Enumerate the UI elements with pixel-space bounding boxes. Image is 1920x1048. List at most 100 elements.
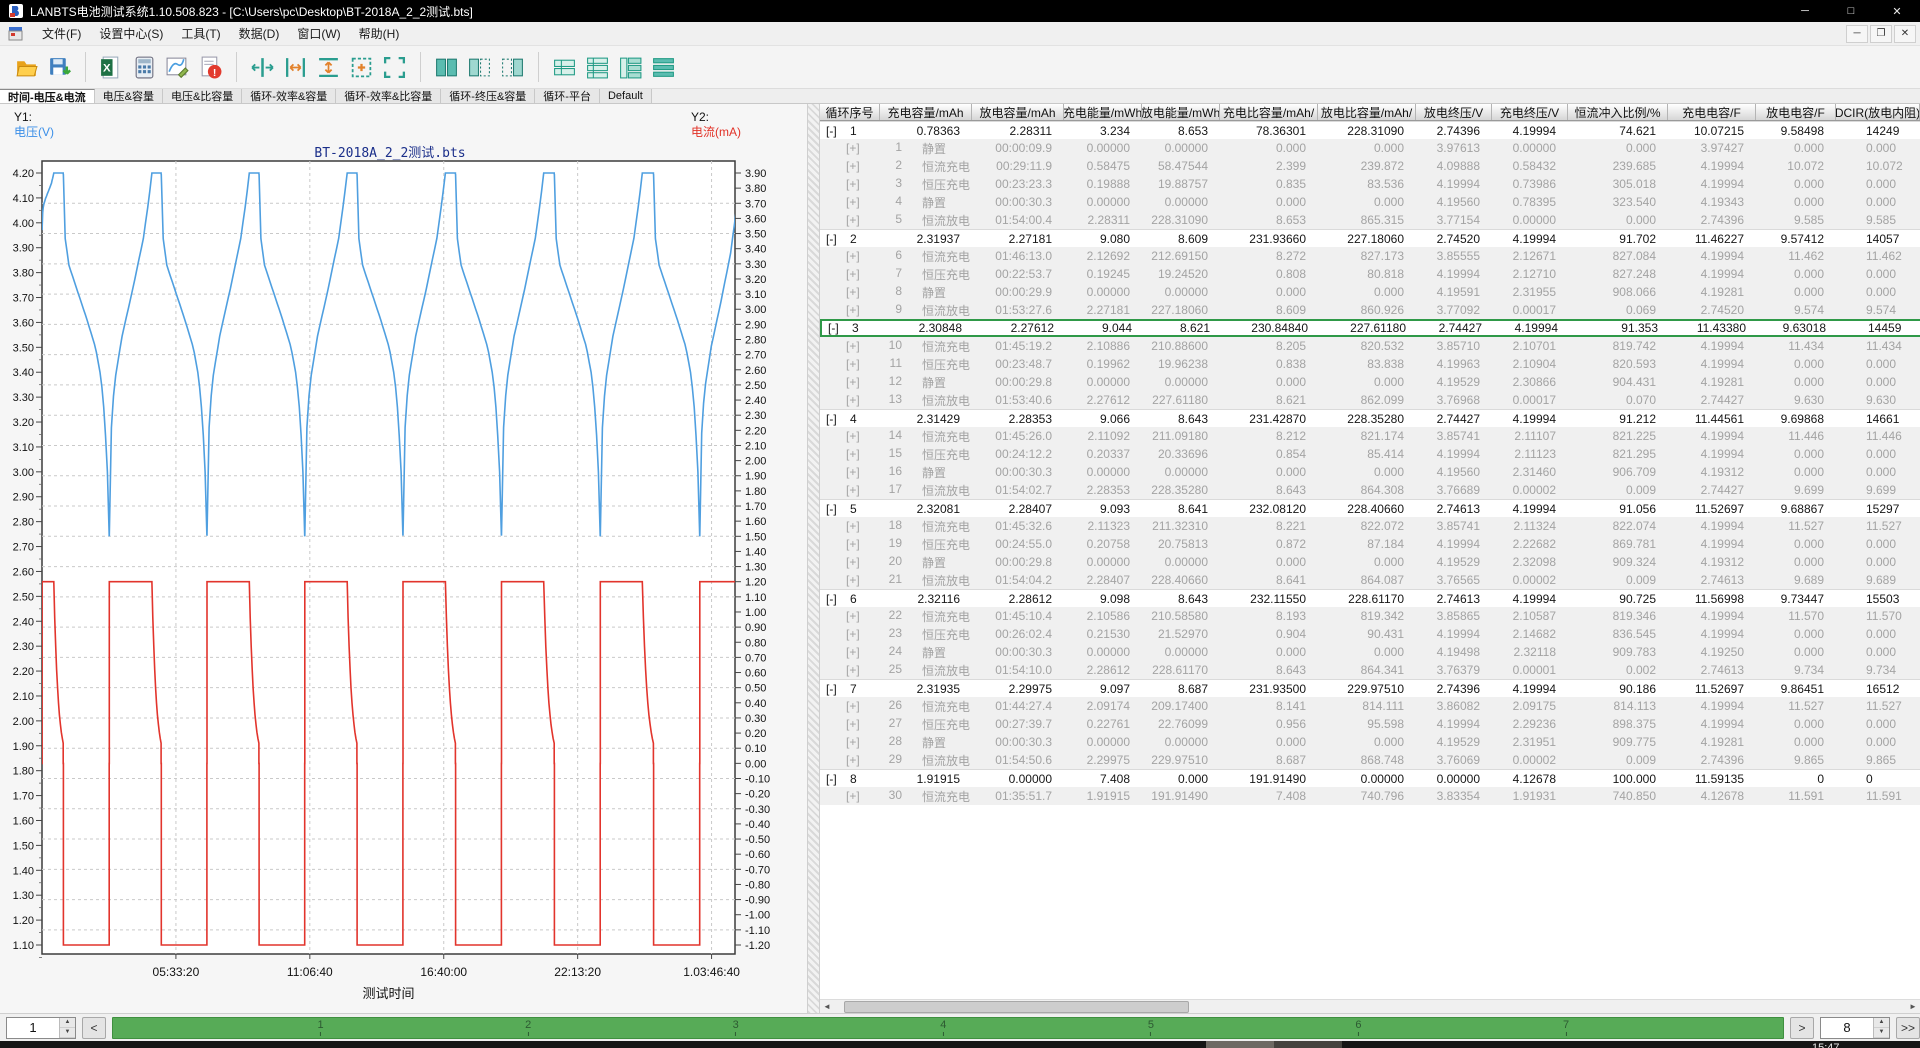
menu-item-3[interactable]: 数据(D) xyxy=(230,22,289,45)
cycle-row-6[interactable]: [-]62.321162.286129.0988.643232.11550228… xyxy=(820,589,1920,607)
cycle-row-5[interactable]: [-]52.320812.284079.0938.641232.08120228… xyxy=(820,499,1920,517)
maximize-button[interactable]: □ xyxy=(1828,0,1874,22)
step-row-3[interactable]: [+]3恒压充电00:23:23.30.1988819.887570.83583… xyxy=(820,175,1920,193)
step-row-28[interactable]: [+]28静置00:00:30.30.000000.000000.0000.00… xyxy=(820,733,1920,751)
mdi-close-button[interactable]: ✕ xyxy=(1894,25,1916,43)
column-header-8[interactable]: 充电终压/V xyxy=(1492,104,1568,120)
menu-item-5[interactable]: 帮助(H) xyxy=(350,22,409,45)
next-cycle-button[interactable]: > xyxy=(1790,1017,1814,1039)
step-row-4[interactable]: [+]4静置00:00:30.30.000000.000000.0000.000… xyxy=(820,193,1920,211)
column-header-1[interactable]: 充电容量/mAh xyxy=(880,104,972,120)
menu-item-0[interactable]: 文件(F) xyxy=(33,22,90,45)
step-row-2[interactable]: [+]2恒流充电00:29:11.90.5847558.475442.39923… xyxy=(820,157,1920,175)
grid-view-4-button[interactable] xyxy=(647,51,680,84)
step-row-26[interactable]: [+]26恒流充电01:44:27.42.09174209.174008.141… xyxy=(820,697,1920,715)
scrollbar-track[interactable] xyxy=(834,1000,1906,1014)
scroll-left-arrow-icon[interactable]: ◄ xyxy=(820,1000,834,1014)
tab-4[interactable]: 循环-效率&比容量 xyxy=(336,89,441,103)
collapse-marker[interactable]: [-] xyxy=(820,682,850,696)
spin-up-icon[interactable]: ▲ xyxy=(60,1018,75,1028)
tab-1[interactable]: 电压&容量 xyxy=(95,89,163,103)
expand-marker[interactable]: [+] xyxy=(846,519,860,533)
column-header-7[interactable]: 放电终压/V xyxy=(1416,104,1492,120)
grid-view-3-button[interactable] xyxy=(614,51,647,84)
prev-cycle-button[interactable]: < xyxy=(82,1017,106,1039)
expand-marker[interactable]: [+] xyxy=(846,717,860,731)
scrollbar-thumb[interactable] xyxy=(844,1001,1189,1013)
expand-marker[interactable]: [+] xyxy=(846,141,860,155)
column-header-10[interactable]: 充电电容/F xyxy=(1668,104,1756,120)
collapse-marker[interactable]: [-] xyxy=(820,592,850,606)
spin-down-icon[interactable]: ▼ xyxy=(60,1028,75,1038)
expand-marker[interactable]: [+] xyxy=(846,627,860,641)
end-cycle-spinner[interactable]: 8 ▲ ▼ xyxy=(1820,1017,1890,1039)
menu-item-2[interactable]: 工具(T) xyxy=(172,22,229,45)
expand-marker[interactable]: [+] xyxy=(846,195,860,209)
report-info-button[interactable]: ! xyxy=(194,51,227,84)
cycle-row-3[interactable]: [-]32.308482.276129.0448.621230.84840227… xyxy=(820,319,1920,337)
spin-down-icon[interactable]: ▼ xyxy=(1874,1028,1889,1038)
column-header-3[interactable]: 充电能量/mWh xyxy=(1064,104,1142,120)
step-row-29[interactable]: [+]29恒流放电01:54:50.62.29975229.975108.687… xyxy=(820,751,1920,769)
expand-marker[interactable]: [+] xyxy=(846,357,860,371)
cycle-row-4[interactable]: [-]42.314292.283539.0668.643231.42870228… xyxy=(820,409,1920,427)
table-horizontal-scrollbar[interactable]: ◄ ► xyxy=(820,999,1920,1013)
grid-view-2-button[interactable] xyxy=(581,51,614,84)
export-excel-button[interactable]: X xyxy=(95,51,128,84)
grid-view-1-button[interactable] xyxy=(548,51,581,84)
column-header-4[interactable]: 放电能量/mWh xyxy=(1142,104,1220,120)
start-cycle-spinner[interactable]: 1 ▲ ▼ xyxy=(6,1017,76,1039)
tab-3[interactable]: 循环-效率&容量 xyxy=(242,89,336,103)
column-header-0[interactable]: 循环序号 xyxy=(820,104,880,120)
column-header-5[interactable]: 充电比容量/mAh/ xyxy=(1220,104,1318,120)
step-row-15[interactable]: [+]15恒压充电00:24:12.20.2033720.336960.8548… xyxy=(820,445,1920,463)
mdi-restore-button[interactable]: ❐ xyxy=(1870,25,1892,43)
expand-marker[interactable]: [+] xyxy=(846,735,860,749)
column-header-2[interactable]: 放电容量/mAh xyxy=(972,104,1064,120)
expand-marker[interactable]: [+] xyxy=(846,699,860,713)
split-vertical-button[interactable] xyxy=(246,51,279,84)
tab-7[interactable]: Default xyxy=(600,89,652,103)
step-row-24[interactable]: [+]24静置00:00:30.30.000000.000000.0000.00… xyxy=(820,643,1920,661)
step-row-14[interactable]: [+]14恒流充电01:45:26.02.11092211.091808.212… xyxy=(820,427,1920,445)
tab-0[interactable]: 时间-电压&电流 xyxy=(0,89,95,103)
expand-marker[interactable]: [+] xyxy=(846,573,860,587)
dual-pane-button[interactable] xyxy=(430,51,463,84)
step-row-5[interactable]: [+]5恒流放电01:54:00.42.28311228.310908.6538… xyxy=(820,211,1920,229)
spin-up-icon[interactable]: ▲ xyxy=(1874,1018,1889,1028)
expand-marker[interactable]: [+] xyxy=(846,753,860,767)
tab-2[interactable]: 电压&比容量 xyxy=(163,89,242,103)
expand-marker[interactable]: [+] xyxy=(846,375,860,389)
step-row-16[interactable]: [+]16静置00:00:30.30.000000.000000.0000.00… xyxy=(820,463,1920,481)
expand-marker[interactable]: [+] xyxy=(846,303,860,317)
expand-marker[interactable]: [+] xyxy=(846,537,860,551)
step-row-19[interactable]: [+]19恒压充电00:24:55.00.2075820.758130.8728… xyxy=(820,535,1920,553)
step-row-25[interactable]: [+]25恒流放电01:54:10.02.28612228.611708.643… xyxy=(820,661,1920,679)
expand-marker[interactable]: [+] xyxy=(846,393,860,407)
menu-item-1[interactable]: 设置中心(S) xyxy=(90,22,172,45)
expand-marker[interactable]: [+] xyxy=(846,609,860,623)
scroll-right-arrow-icon[interactable]: ► xyxy=(1906,1000,1920,1014)
step-row-13[interactable]: [+]13恒流放电01:53:40.62.27612227.611808.621… xyxy=(820,391,1920,409)
tab-5[interactable]: 循环-终压&容量 xyxy=(441,89,535,103)
expand-marker[interactable]: [+] xyxy=(846,249,860,263)
step-row-10[interactable]: [+]10恒流充电01:45:19.22.10886210.886008.205… xyxy=(820,337,1920,355)
cycle-row-1[interactable]: [-]10.783632.283113.2348.65378.36301228.… xyxy=(820,121,1920,139)
cycle-range-bar[interactable]: 1234567 xyxy=(112,1017,1784,1039)
minimize-button[interactable]: ─ xyxy=(1782,0,1828,22)
save-button[interactable] xyxy=(43,51,76,84)
column-header-6[interactable]: 放电比容量/mAh/ xyxy=(1318,104,1416,120)
start-cycle-value[interactable]: 1 xyxy=(7,1018,59,1038)
step-row-21[interactable]: [+]21恒流放电01:54:04.22.28407228.406608.641… xyxy=(820,571,1920,589)
expand-marker[interactable]: [+] xyxy=(846,213,860,227)
close-button[interactable]: ✕ xyxy=(1874,0,1920,22)
step-row-22[interactable]: [+]22恒流充电01:45:10.42.10586210.585808.193… xyxy=(820,607,1920,625)
open-file-button[interactable] xyxy=(10,51,43,84)
pan-horizontal-button[interactable] xyxy=(279,51,312,84)
collapse-marker[interactable]: [-] xyxy=(822,321,852,335)
column-header-9[interactable]: 恒流冲入比例/% xyxy=(1568,104,1668,120)
step-row-7[interactable]: [+]7恒压充电00:22:53.70.1924519.245200.80880… xyxy=(820,265,1920,283)
expand-marker[interactable]: [+] xyxy=(846,663,860,677)
pane-splitter[interactable] xyxy=(807,104,820,1013)
tab-6[interactable]: 循环-平台 xyxy=(535,89,600,103)
